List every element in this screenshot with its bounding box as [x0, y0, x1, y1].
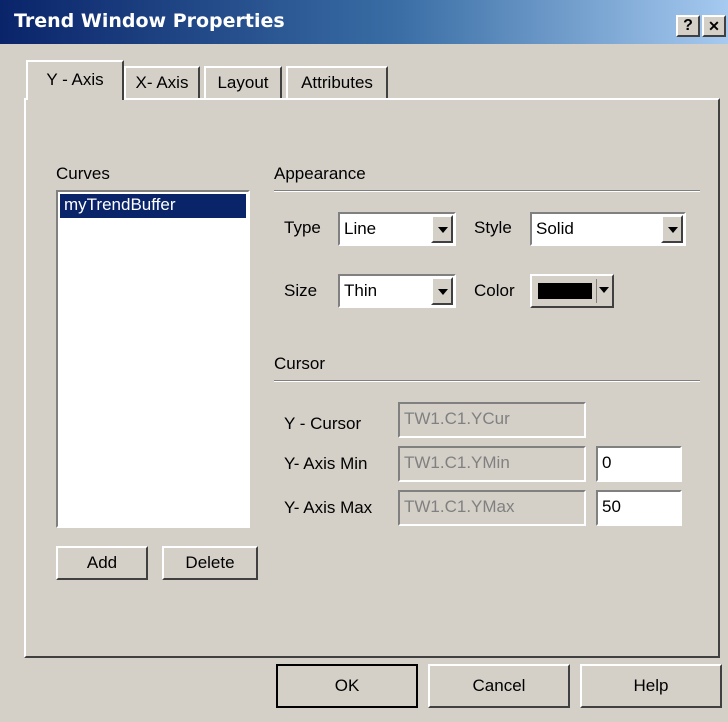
color-divider: [596, 279, 597, 303]
type-label: Type: [284, 218, 321, 237]
y-axis-max-input[interactable]: 50: [596, 490, 682, 526]
size-label: Size: [284, 281, 318, 300]
type-value: Line: [344, 219, 377, 238]
tab-x-axis[interactable]: X- Axis: [124, 66, 200, 100]
cursor-heading: Cursor: [274, 354, 326, 373]
tab-layout[interactable]: Layout: [204, 66, 282, 100]
y-cursor-label: Y - Cursor: [284, 414, 362, 433]
y-axis-max-label: Y- Axis Max: [284, 498, 373, 517]
type-dropdown-button[interactable]: [431, 215, 453, 243]
type-select[interactable]: Line: [338, 212, 456, 246]
appearance-heading: Appearance: [274, 164, 366, 183]
chevron-down-icon: [438, 289, 448, 295]
curves-list[interactable]: myTrendBuffer: [56, 190, 250, 528]
close-title-button[interactable]: ✕: [702, 15, 726, 37]
chevron-down-icon: [438, 227, 448, 233]
title-bar: Trend Window Properties ? ✕: [0, 0, 728, 44]
curves-label: Curves: [56, 164, 110, 183]
help-title-button[interactable]: ?: [676, 15, 700, 37]
color-swatch: [538, 283, 592, 299]
ok-button[interactable]: OK: [276, 664, 418, 708]
tab-y-axis[interactable]: Y - Axis: [26, 60, 124, 100]
y-axis-min-label: Y- Axis Min: [284, 454, 368, 473]
style-value: Solid: [536, 219, 574, 238]
style-dropdown-button[interactable]: [661, 215, 683, 243]
color-label: Color: [474, 281, 515, 300]
cursor-divider: [274, 380, 700, 382]
y-axis-min-input[interactable]: 0: [596, 446, 682, 482]
size-select[interactable]: Thin: [338, 274, 456, 308]
y-cursor-field: TW1.C1.YCur: [398, 402, 586, 438]
color-picker-button[interactable]: [530, 274, 614, 308]
style-label: Style: [474, 218, 512, 237]
y-axis-max-variable-field: TW1.C1.YMax: [398, 490, 586, 526]
y-axis-min-variable-field: TW1.C1.YMin: [398, 446, 586, 482]
size-dropdown-button[interactable]: [431, 277, 453, 305]
chevron-down-icon: [599, 287, 609, 293]
delete-curve-button[interactable]: Delete: [162, 546, 258, 580]
chevron-down-icon: [668, 227, 678, 233]
curve-list-item[interactable]: myTrendBuffer: [60, 194, 246, 218]
style-select[interactable]: Solid: [530, 212, 686, 246]
tab-attributes[interactable]: Attributes: [286, 66, 388, 100]
help-button[interactable]: Help: [580, 664, 722, 708]
window-title: Trend Window Properties: [14, 10, 285, 32]
appearance-divider: [274, 190, 700, 192]
add-curve-button[interactable]: Add: [56, 546, 148, 580]
size-value: Thin: [344, 281, 378, 300]
cancel-button[interactable]: Cancel: [428, 664, 570, 708]
